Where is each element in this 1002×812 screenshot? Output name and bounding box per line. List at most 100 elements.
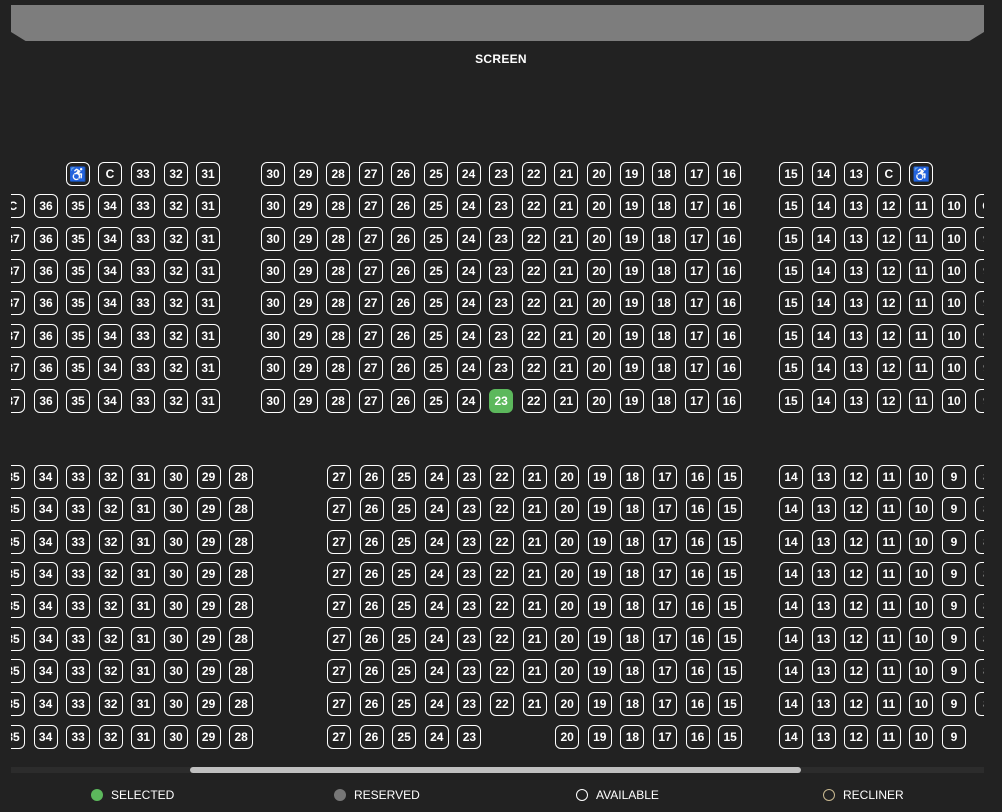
seat[interactable]: 16 [685, 627, 710, 651]
seat[interactable]: 33 [131, 324, 155, 348]
seat[interactable]: 9 [942, 497, 966, 521]
seat[interactable]: 36 [34, 356, 58, 380]
seat[interactable]: 19 [587, 530, 612, 554]
seat[interactable]: 33 [66, 659, 91, 683]
seat[interactable]: 34 [33, 530, 58, 554]
seat[interactable]: 21 [522, 497, 547, 521]
seat[interactable]: 15 [779, 259, 803, 283]
seat[interactable]: 13 [844, 162, 869, 186]
seat[interactable]: 19 [619, 194, 644, 218]
seat[interactable]: 26 [359, 627, 384, 651]
seat[interactable]: 20 [555, 497, 580, 521]
seat[interactable]: 13 [811, 725, 836, 749]
seat[interactable]: 29 [293, 356, 318, 380]
seat[interactable]: 30 [164, 659, 188, 683]
seat[interactable]: 19 [619, 291, 644, 315]
seat[interactable]: 37 [11, 259, 25, 283]
seat[interactable]: 32 [164, 291, 188, 315]
seat[interactable]: 18 [620, 530, 645, 554]
seat[interactable]: 28 [229, 725, 254, 749]
seat[interactable]: 20 [587, 227, 611, 251]
seat[interactable]: 9 [942, 530, 966, 554]
seat[interactable]: 32 [164, 227, 188, 251]
seat[interactable]: 33 [131, 356, 155, 380]
seat[interactable]: 24 [456, 389, 481, 413]
seat[interactable]: 17 [684, 194, 709, 218]
seat[interactable]: 17 [653, 725, 677, 749]
seat[interactable]: 10 [909, 627, 934, 651]
seat[interactable]: 11 [876, 692, 901, 716]
seat[interactable]: 34 [33, 659, 58, 683]
seat[interactable]: 12 [876, 389, 901, 413]
seat[interactable]: 25 [392, 659, 417, 683]
seat[interactable]: 27 [358, 259, 383, 283]
seat[interactable]: 13 [844, 324, 869, 348]
seat[interactable]: 23 [457, 562, 482, 586]
seat[interactable]: 20 [555, 530, 580, 554]
seat[interactable]: 30 [261, 324, 285, 348]
seat[interactable]: 22 [521, 227, 546, 251]
seat[interactable]: 17 [684, 324, 709, 348]
seat[interactable]: 29 [293, 194, 318, 218]
seat[interactable]: 32 [98, 530, 123, 554]
seat[interactable]: 15 [779, 356, 803, 380]
seat-map[interactable]: ♿ C 33 32 31 30 29 28 27 26 25 24 23 22 21 20 19 18 17 16 15… [11, 150, 984, 762]
seat[interactable]: 27 [358, 356, 383, 380]
seat[interactable]: 30 [261, 162, 285, 186]
seat[interactable]: 29 [196, 465, 221, 489]
seat[interactable]: 29 [293, 389, 318, 413]
seat[interactable]: 8 [974, 594, 984, 618]
seat[interactable]: 25 [392, 562, 417, 586]
seat[interactable]: 9 [974, 389, 984, 413]
seat[interactable]: 20 [587, 389, 611, 413]
seat[interactable]: 31 [196, 162, 220, 186]
seat[interactable]: 33 [66, 725, 91, 749]
seat[interactable]: 19 [587, 465, 612, 489]
seat[interactable]: 23 [457, 659, 482, 683]
seat[interactable]: 16 [685, 692, 710, 716]
seat[interactable]: 23 [457, 497, 482, 521]
seat[interactable]: 14 [779, 594, 803, 618]
seat[interactable]: 20 [555, 725, 580, 749]
seat[interactable]: 12 [876, 356, 901, 380]
seat[interactable]: 28 [326, 194, 351, 218]
seat[interactable]: 29 [196, 497, 221, 521]
seat[interactable]: 29 [293, 259, 318, 283]
seat[interactable]: 20 [555, 465, 580, 489]
seat[interactable]: 27 [327, 594, 351, 618]
seat[interactable]: 27 [327, 562, 351, 586]
seat[interactable]: 19 [587, 562, 612, 586]
seat[interactable]: 16 [685, 725, 710, 749]
seat[interactable]: 28 [326, 259, 351, 283]
seat[interactable]: 22 [490, 659, 514, 683]
seat[interactable]: 30 [164, 725, 188, 749]
seat[interactable]: 28 [326, 389, 351, 413]
seat[interactable]: 24 [456, 259, 481, 283]
seat[interactable]: 33 [131, 389, 155, 413]
seat[interactable]: 25 [392, 465, 417, 489]
seat[interactable]: 25 [392, 692, 417, 716]
seat[interactable]: 20 [555, 594, 580, 618]
seat[interactable]: 18 [620, 725, 645, 749]
seat[interactable]: 11 [909, 259, 934, 283]
seat[interactable]: 22 [521, 259, 546, 283]
seat[interactable]: 16 [717, 324, 742, 348]
seat[interactable]: 28 [326, 227, 351, 251]
seat[interactable]: 28 [326, 162, 351, 186]
seat[interactable]: 24 [424, 562, 449, 586]
seat[interactable]: 13 [811, 659, 836, 683]
seat[interactable]: 35 [11, 594, 25, 618]
seat[interactable]: 30 [261, 194, 285, 218]
seat[interactable]: 17 [684, 356, 709, 380]
seat[interactable]: 25 [424, 389, 448, 413]
seat[interactable]: 9 [942, 594, 966, 618]
seat[interactable]: 12 [844, 562, 869, 586]
seat[interactable]: 31 [131, 594, 156, 618]
seat[interactable]: 10 [942, 194, 966, 218]
seat[interactable]: 15 [779, 162, 803, 186]
seat[interactable]: 11 [876, 562, 901, 586]
seat[interactable]: 12 [844, 627, 869, 651]
seat[interactable]: 26 [391, 194, 416, 218]
seat[interactable]: 14 [779, 659, 803, 683]
seat[interactable]: 31 [196, 259, 220, 283]
